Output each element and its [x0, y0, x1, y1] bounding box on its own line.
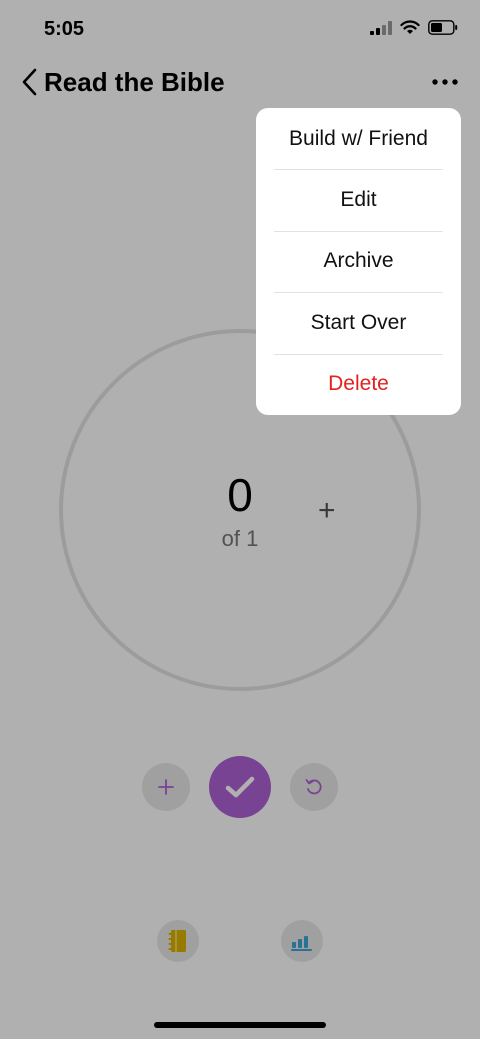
menu-item-archive[interactable]: Archive	[256, 230, 461, 292]
menu-item-build-with-friend[interactable]: Build w/ Friend	[256, 108, 461, 169]
menu-item-delete[interactable]: Delete	[256, 353, 461, 415]
menu-item-edit[interactable]: Edit	[256, 169, 461, 230]
menu-item-start-over[interactable]: Start Over	[256, 292, 461, 353]
options-menu: Build w/ Friend Edit Archive Start Over …	[256, 108, 461, 415]
